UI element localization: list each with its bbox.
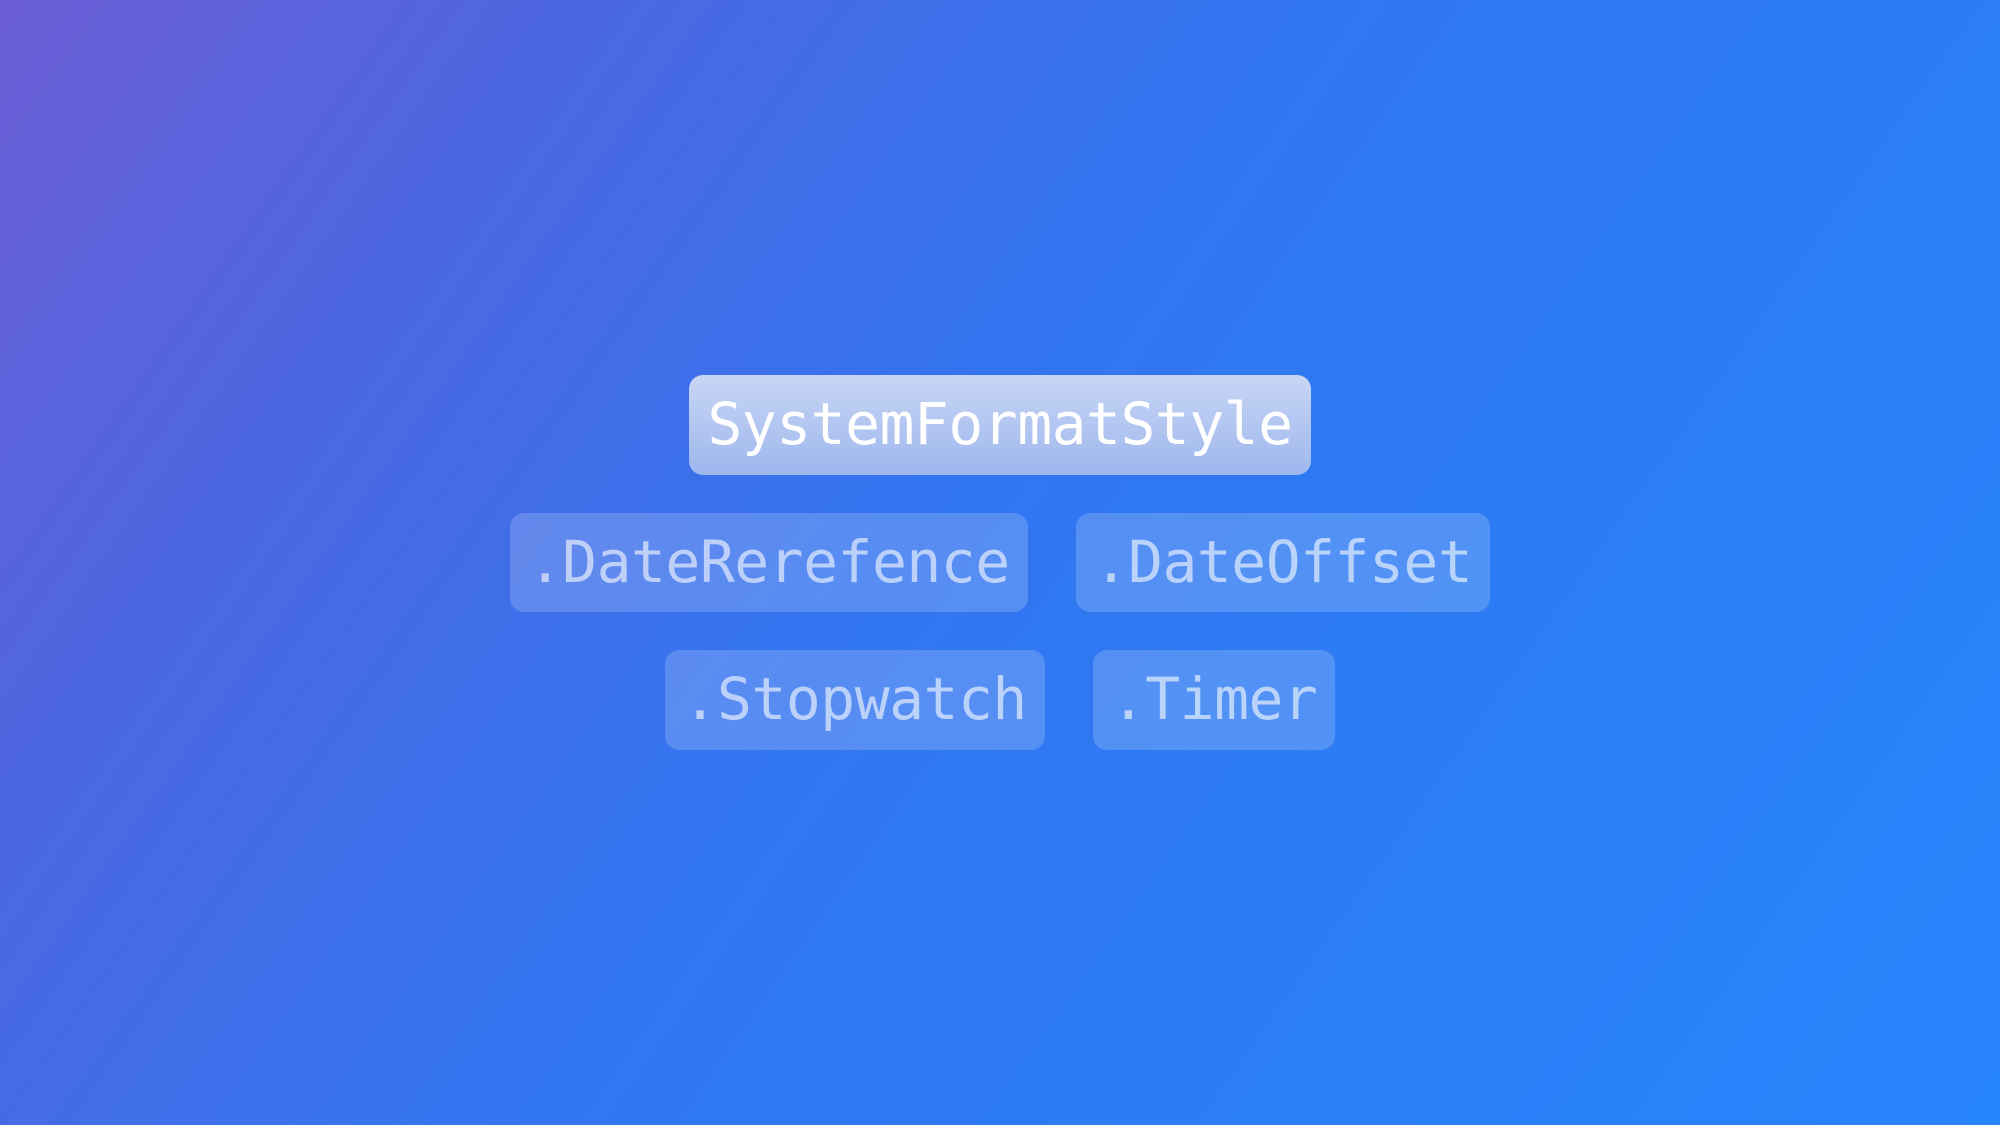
pill-date-reference: .DateRerefence [510,513,1028,612]
pill-system-format-style: SystemFormatStyle [689,375,1310,474]
parent-row: SystemFormatStyle [689,375,1310,474]
children-row-1: .DateRerefence .DateOffset [510,513,1490,612]
format-style-diagram: SystemFormatStyle .DateRerefence .DateOf… [510,375,1490,749]
children-row-2: .Stopwatch .Timer [665,650,1336,749]
pill-stopwatch: .Stopwatch [665,650,1045,749]
pill-timer: .Timer [1093,650,1336,749]
pill-date-offset: .DateOffset [1076,513,1491,612]
